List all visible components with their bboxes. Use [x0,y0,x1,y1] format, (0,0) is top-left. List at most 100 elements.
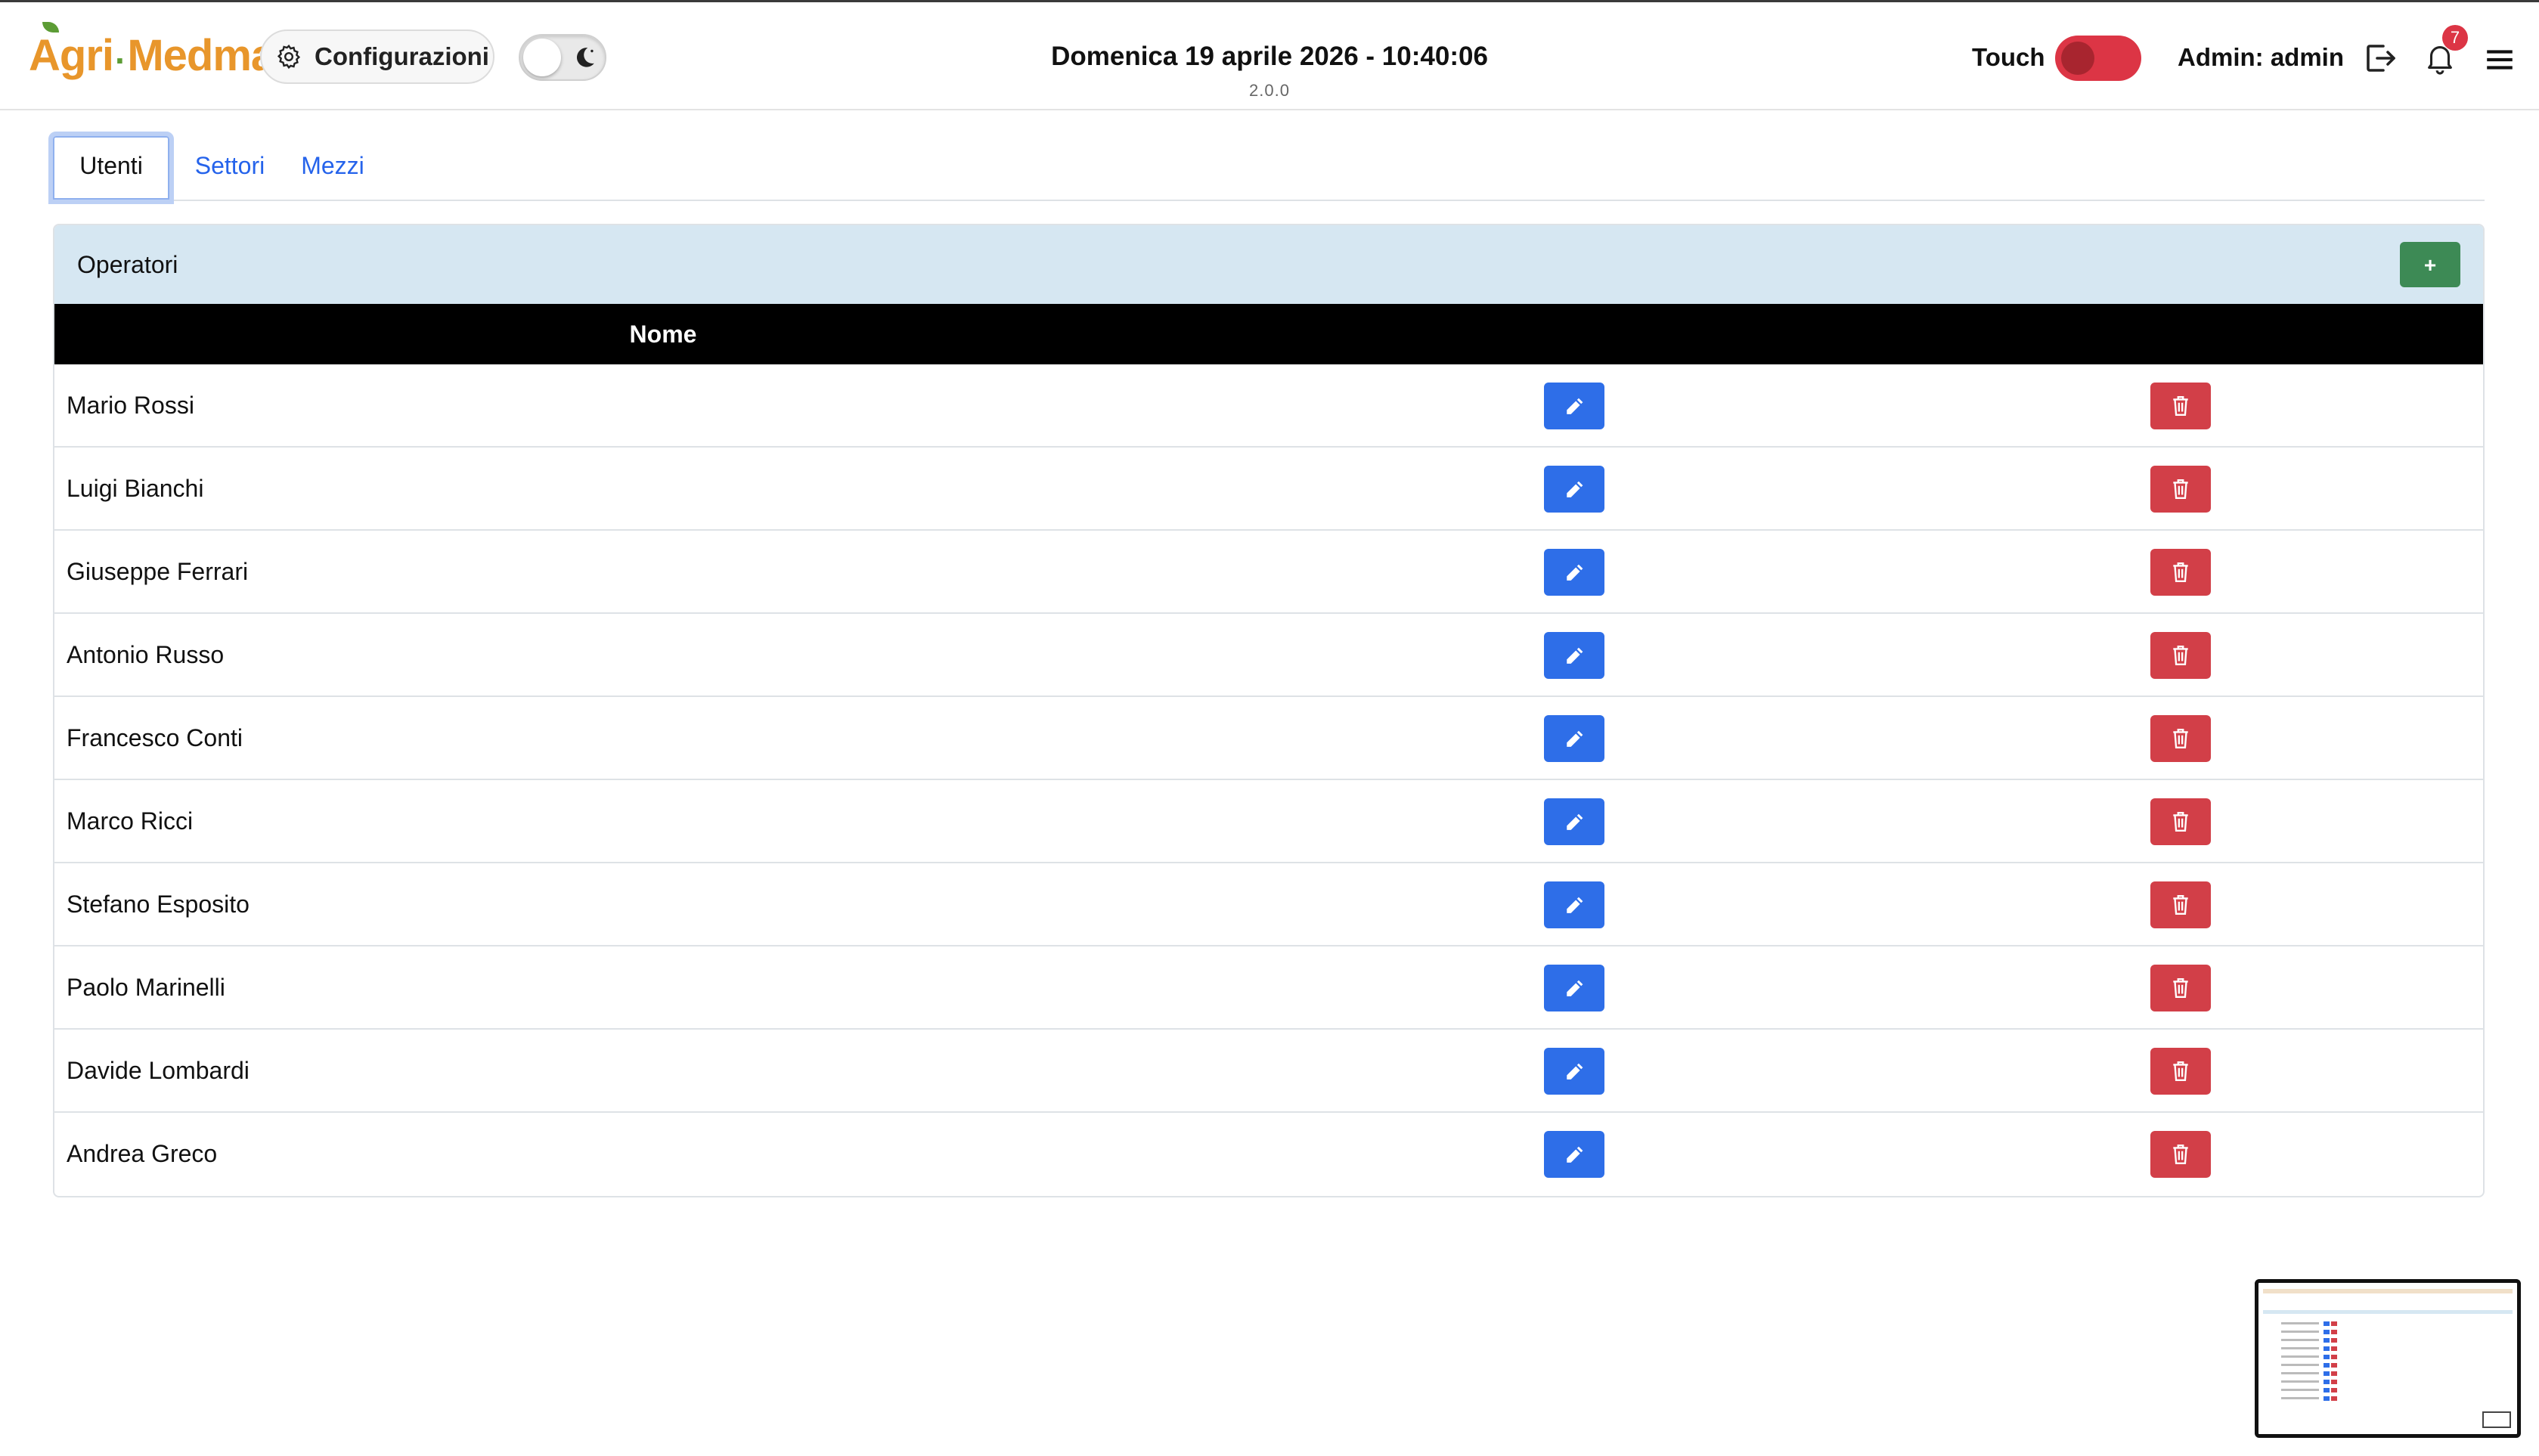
logo-text-agri: Agri [29,31,114,80]
minimap-button [2324,1355,2330,1359]
pencil-icon [1567,980,1583,996]
table-row: Stefano Esposito [54,863,2483,946]
gear-icon [277,44,301,70]
pencil-icon [1567,398,1583,414]
delete-operator-button[interactable] [2150,715,2211,762]
current-datetime: Domenica 19 aprile 2026 - 10:40:06 [1051,42,1488,71]
minimap-row [2281,1364,2319,1366]
moon-icon [576,48,594,67]
table-row: Davide Lombardi [54,1030,2483,1113]
operatori-card: Operatori + Nome Mario Rossi Luigi Bianch… [53,224,2485,1197]
table-row: Paolo Marinelli [54,946,2483,1030]
card-title: Operatori [77,251,178,278]
edit-operator-button[interactable] [1544,632,1604,679]
edit-operator-button[interactable] [1544,383,1604,429]
edit-operator-button[interactable] [1544,1131,1604,1178]
table-row: Luigi Bianchi [54,448,2483,531]
delete-operator-button[interactable] [2150,881,2211,928]
edit-operator-button[interactable] [1544,965,1604,1011]
minimap-button [2331,1388,2337,1392]
minimap-button [2324,1338,2330,1343]
operators-table-body: Mario Rossi Luigi Bianchi Giuseppe Ferrari… [54,364,2483,1196]
page-minimap[interactable] [2255,1279,2521,1438]
pencil-icon [1567,564,1583,581]
minimap-header [2263,1289,2513,1293]
operator-name: Davide Lombardi [67,1057,250,1084]
notifications-button[interactable]: 7 [2423,25,2468,78]
trash-icon [2173,645,2188,666]
table-row: Andrea Greco [54,1113,2483,1196]
delete-operator-button[interactable] [2150,466,2211,513]
delete-operator-button[interactable] [2150,1048,2211,1095]
minimap-button [2331,1396,2337,1401]
minimap-row [2281,1397,2319,1399]
table-row: Mario Rossi [54,364,2483,448]
trash-icon [2173,479,2188,500]
pencil-icon [1567,730,1583,747]
trash-icon [2173,562,2188,583]
section-tabs: Utenti Settori Mezzi [48,132,2485,204]
operator-name: Francesco Conti [67,724,243,751]
minimap-button [2331,1330,2337,1334]
table-row: Marco Ricci [54,780,2483,863]
card-header: Operatori + [54,225,2483,304]
minimap-button [2324,1380,2330,1384]
minimap-row [2281,1331,2319,1333]
minimap-button [2331,1338,2337,1343]
minimap-button [2331,1355,2337,1359]
trash-icon [2173,894,2188,915]
table-row: Francesco Conti [54,697,2483,780]
operator-name: Stefano Esposito [67,891,250,918]
minimap-button [2324,1371,2330,1376]
minimap-button [2331,1321,2337,1326]
minimap-button [2331,1371,2337,1376]
toggle-knob [523,39,561,76]
touch-toggle[interactable] [2055,36,2141,81]
delete-operator-button[interactable] [2150,632,2211,679]
touch-label: Touch [1972,43,2045,71]
minimap-button [2331,1380,2337,1384]
edit-operator-button[interactable] [1544,715,1604,762]
add-operator-button[interactable]: + [2400,242,2460,287]
edit-operator-button[interactable] [1544,881,1604,928]
hamburger-menu-icon[interactable] [2487,49,2513,70]
pencil-icon [1567,1146,1583,1163]
trash-icon [2173,811,2188,832]
delete-operator-button[interactable] [2150,965,2211,1011]
app-header: Agri · Medma Configurazioni Domenica 19 … [0,2,2539,110]
tab-mezzi[interactable]: Mezzi [287,132,378,200]
operator-name: Paolo Marinelli [67,974,225,1001]
pencil-icon [1567,647,1583,664]
admin-user-label: Admin: admin [2178,43,2344,71]
configurazioni-button[interactable]: Configurazioni [260,29,494,84]
minimap-row [2281,1339,2319,1341]
minimap-button [2324,1363,2330,1368]
minimap-viewport [2482,1411,2511,1428]
edit-operator-button[interactable] [1544,1048,1604,1095]
dark-mode-toggle[interactable] [519,34,606,81]
pencil-icon [1567,481,1583,497]
delete-operator-button[interactable] [2150,549,2211,596]
edit-operator-button[interactable] [1544,466,1604,513]
tab-settori[interactable]: Settori [181,132,278,200]
operator-name: Giuseppe Ferrari [67,558,249,585]
table-header: Nome [54,304,2483,364]
trash-icon [2173,1061,2188,1082]
edit-operator-button[interactable] [1544,549,1604,596]
trash-icon [2173,1144,2188,1165]
edit-operator-button[interactable] [1544,798,1604,845]
trash-icon [2173,728,2188,749]
logout-icon[interactable] [2362,40,2398,76]
app-logo[interactable]: Agri · Medma [29,22,275,81]
notifications-badge: 7 [2442,25,2468,51]
delete-operator-button[interactable] [2150,383,2211,429]
minimap-row [2281,1355,2319,1358]
operator-name: Luigi Bianchi [67,475,204,502]
delete-operator-button[interactable] [2150,798,2211,845]
trash-icon [2173,977,2188,999]
delete-operator-button[interactable] [2150,1131,2211,1178]
minimap-row [2281,1372,2319,1374]
logo-dot: · [115,41,126,80]
tab-utenti[interactable]: Utenti [48,132,174,204]
minimap-button [2331,1346,2337,1351]
